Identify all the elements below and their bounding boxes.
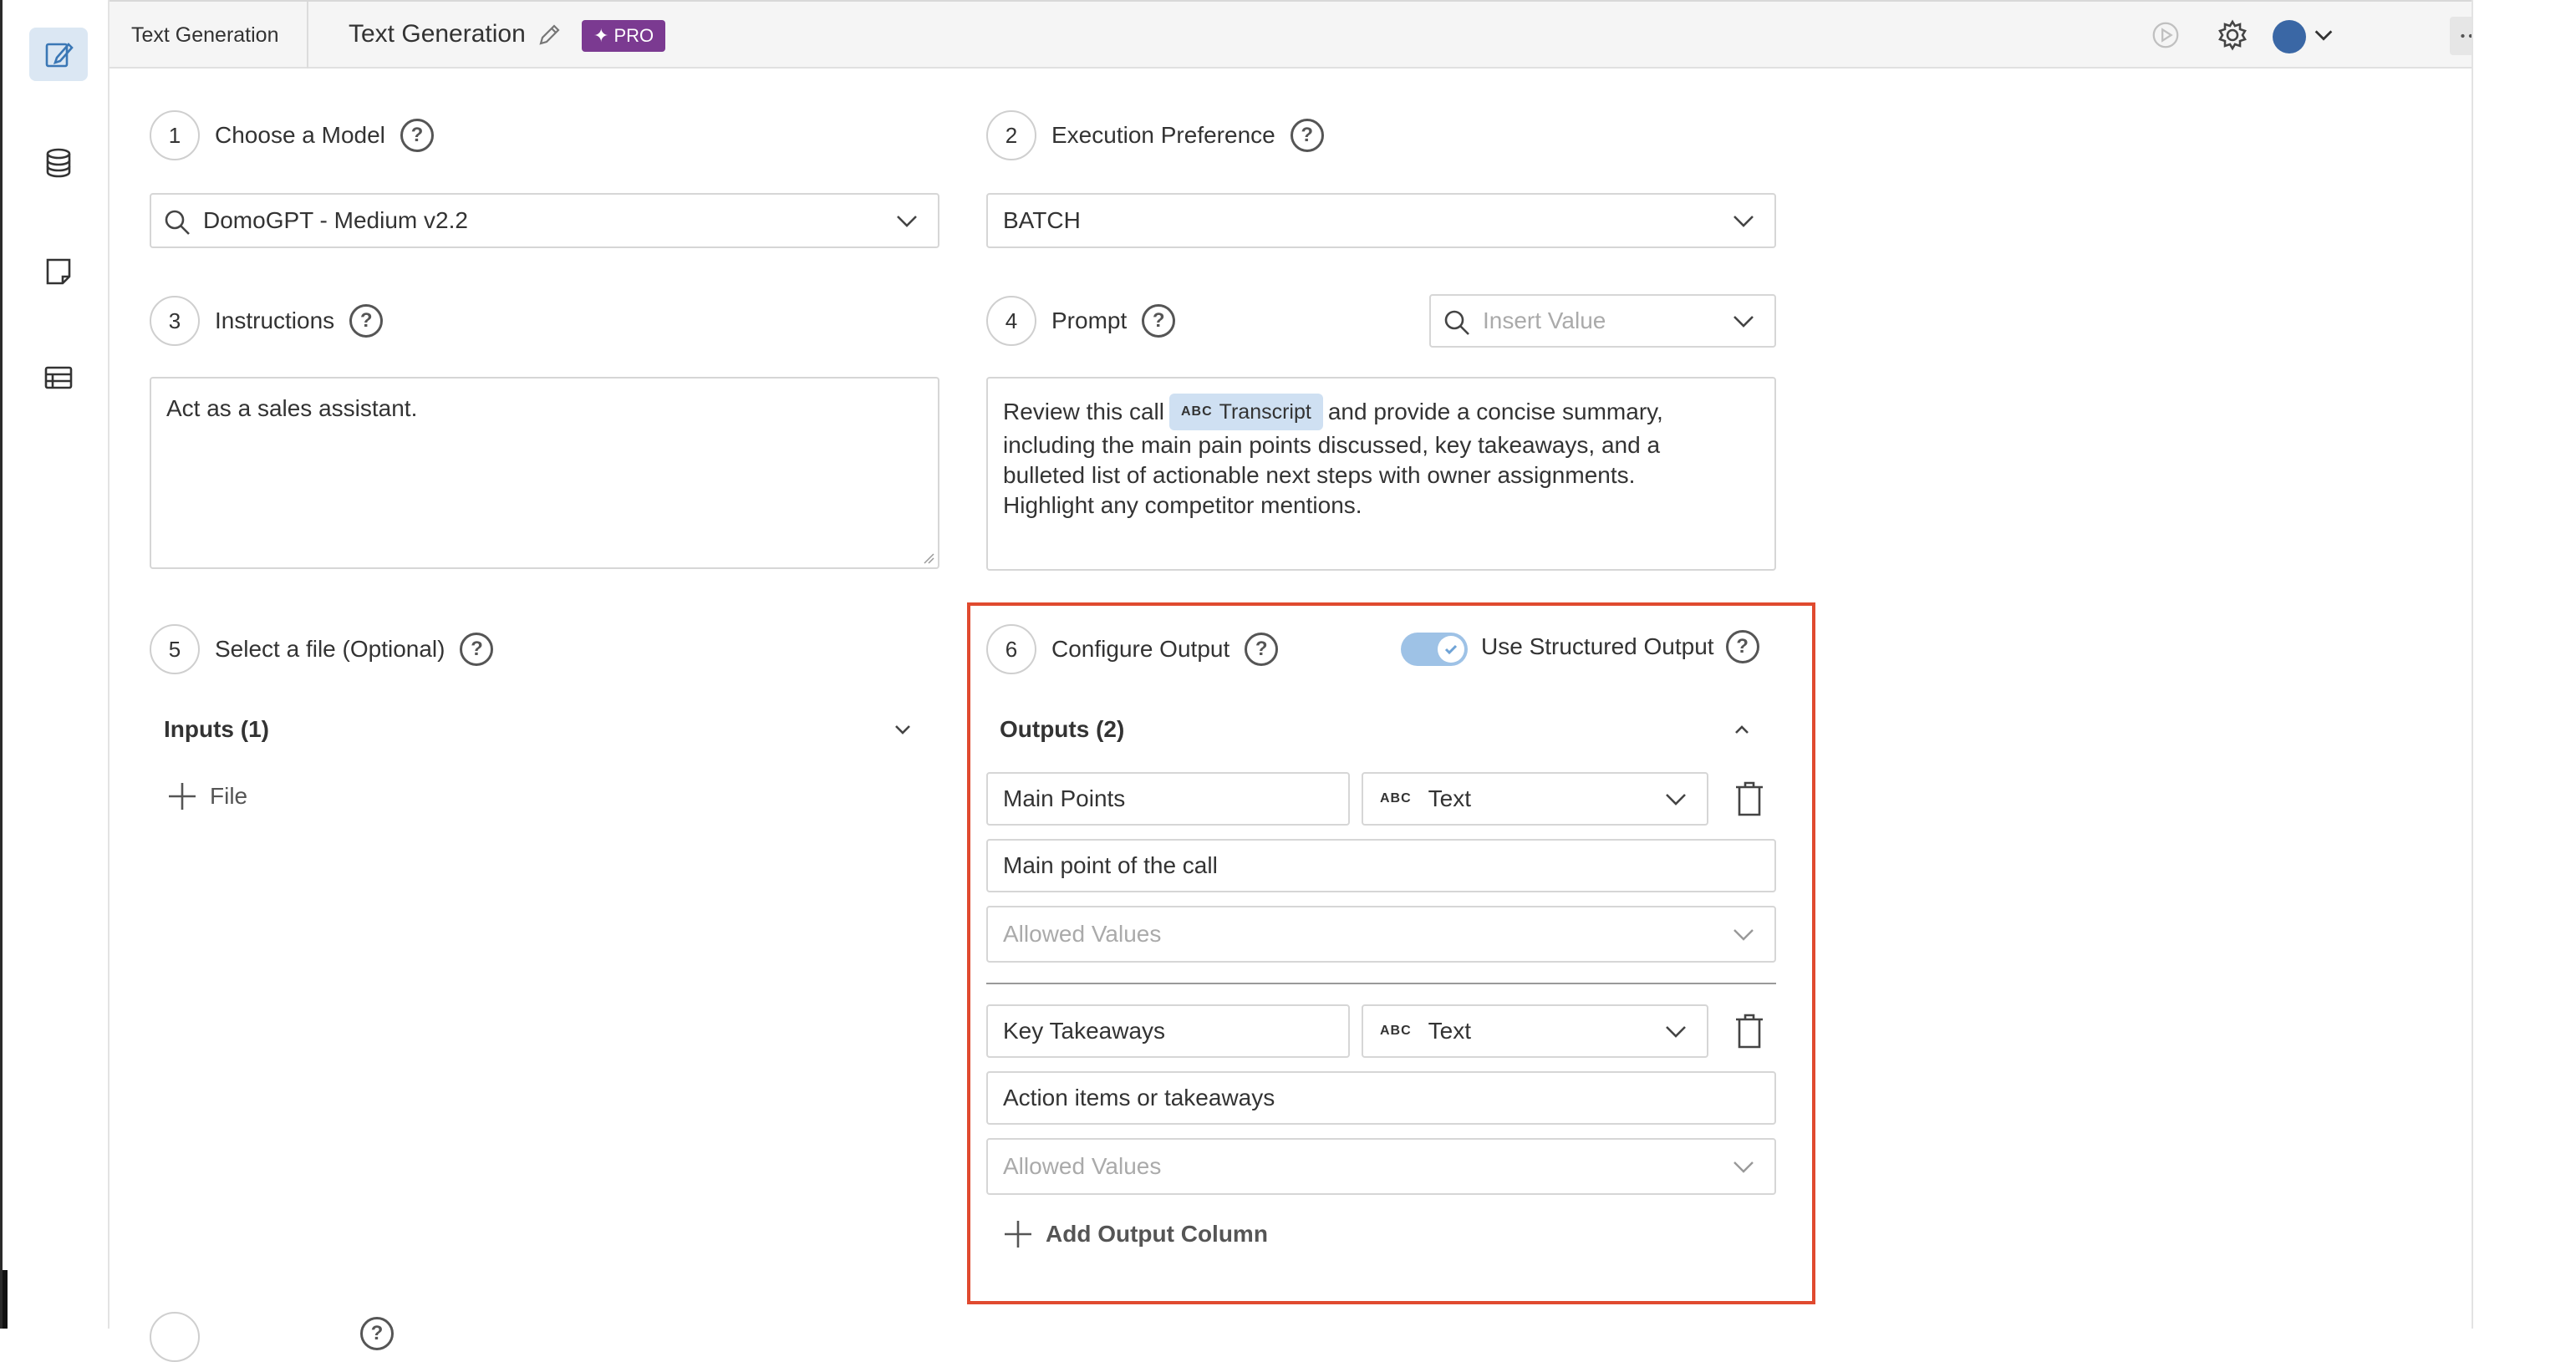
prompt-line-1: Review this call ABC Transcript and prov… xyxy=(1003,394,1759,430)
pencil-icon[interactable] xyxy=(536,22,563,48)
text-type-icon: ABC xyxy=(1180,404,1213,419)
chevron-down-icon xyxy=(897,216,917,227)
step-number: 1 xyxy=(150,110,200,160)
pro-badge: ✦ PRO xyxy=(582,20,666,52)
gear-icon[interactable] xyxy=(2216,18,2249,52)
help-icon[interactable]: ? xyxy=(1290,119,1324,152)
chevron-down-icon xyxy=(1733,216,1754,227)
search-icon xyxy=(165,210,190,235)
edit-icon[interactable] xyxy=(29,28,88,81)
help-icon[interactable]: ? xyxy=(349,304,384,338)
table-icon[interactable] xyxy=(29,351,88,404)
window-corner xyxy=(3,1270,8,1329)
step-select-file: 5 Select a file (Optional) ? xyxy=(150,624,494,674)
insert-value-select[interactable]: Insert Value xyxy=(1429,294,1776,348)
configure-output-highlight xyxy=(967,602,1815,1304)
insert-value-placeholder: Insert Value xyxy=(1483,307,1606,333)
execution-value: BATCH xyxy=(1003,207,1081,233)
step-prompt: 4 Prompt ? xyxy=(986,296,1176,346)
inputs-header[interactable]: Inputs (1) xyxy=(164,716,269,743)
step-number: 3 xyxy=(150,296,200,346)
pro-badge-label: PRO xyxy=(613,25,654,46)
prompt-textarea[interactable]: Review this call ABC Transcript and prov… xyxy=(986,377,1776,571)
prompt-line-4: Highlight any competitor mentions. xyxy=(1003,492,1362,518)
help-icon[interactable]: ? xyxy=(400,119,434,152)
sparkle-icon: ✦ xyxy=(593,25,609,46)
help-icon[interactable]: ? xyxy=(460,633,494,666)
chip-label: Transcript xyxy=(1219,400,1311,424)
page-title: Text Generation xyxy=(349,20,526,48)
app-window: Text Generation Text Generation ✦ PRO 1 C… xyxy=(0,0,2576,1362)
instructions-value: Act as a sales assistant. xyxy=(166,395,418,421)
chevron-down-icon[interactable] xyxy=(2311,18,2336,52)
step-label: Prompt xyxy=(1051,307,1128,333)
note-icon[interactable] xyxy=(29,245,88,298)
run-icon[interactable] xyxy=(2149,18,2182,52)
step-choose-model: 1 Choose a Model ? xyxy=(150,110,434,160)
prompt-line-3: bulleted list of actionable next steps w… xyxy=(1003,462,1636,488)
step-number: 2 xyxy=(986,110,1036,160)
database-icon[interactable] xyxy=(29,136,88,190)
help-icon[interactable]: ? xyxy=(360,1317,394,1350)
help-icon[interactable]: ? xyxy=(1142,304,1176,338)
breadcrumb[interactable]: Text Generation xyxy=(109,2,308,69)
transcript-chip[interactable]: ABC Transcript xyxy=(1168,394,1323,430)
add-file-button[interactable]: File xyxy=(166,780,247,812)
plus-icon xyxy=(169,783,196,810)
step-label: Execution Preference xyxy=(1051,122,1275,148)
right-pane xyxy=(2472,0,2576,1329)
step-number-partial xyxy=(150,1312,200,1362)
model-value: DomoGPT - Medium v2.2 xyxy=(203,207,468,233)
resize-handle-icon[interactable] xyxy=(923,552,934,564)
step-label: Choose a Model xyxy=(215,122,385,148)
avatar[interactable] xyxy=(2273,20,2306,53)
prompt-line-2: including the main pain points discussed… xyxy=(1003,432,1661,458)
step-execution-preference: 2 Execution Preference ? xyxy=(986,110,1324,160)
execution-select[interactable]: BATCH xyxy=(986,193,1776,248)
step-number: 5 xyxy=(150,624,200,674)
search-icon xyxy=(1444,310,1469,335)
model-select[interactable]: DomoGPT - Medium v2.2 xyxy=(150,193,939,248)
instructions-textarea[interactable]: Act as a sales assistant. xyxy=(150,377,939,569)
step-label: Select a file (Optional) xyxy=(215,636,445,662)
chevron-down-icon[interactable] xyxy=(890,717,915,742)
step-label: Instructions xyxy=(215,307,335,333)
prompt-text: Review this call xyxy=(1003,399,1164,424)
chevron-down-icon xyxy=(1733,316,1754,328)
step-number: 4 xyxy=(986,296,1036,346)
left-rail xyxy=(0,0,109,1329)
prompt-text: and provide a concise summary, xyxy=(1327,399,1663,424)
top-bar: Text Generation Text Generation ✦ PRO xyxy=(109,0,2558,69)
add-file-label: File xyxy=(210,783,248,809)
step-instructions: 3 Instructions ? xyxy=(150,296,384,346)
